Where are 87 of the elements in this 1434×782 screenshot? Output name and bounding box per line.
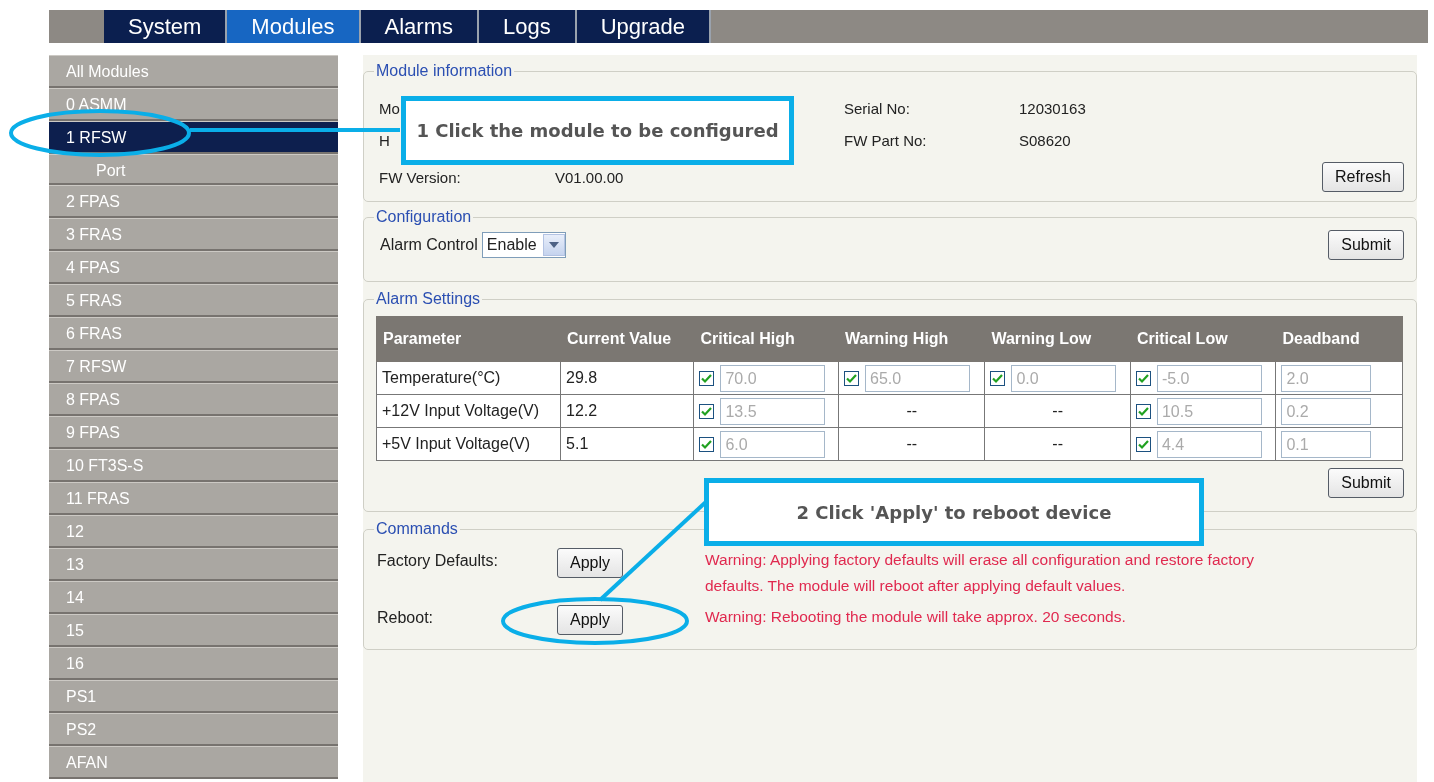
panel-title: Module information [375, 62, 514, 80]
nav-tab[interactable]: Modules [227, 10, 361, 43]
alarm-control-dropdown[interactable]: Enable [481, 232, 566, 258]
checkbox[interactable] [1135, 403, 1151, 419]
panel-title: Commands [375, 520, 459, 538]
module-list-item[interactable]: 0 ASMM [49, 88, 338, 121]
field-label: Mo [379, 99, 400, 117]
threshold-field[interactable]: 10.5 [1156, 397, 1262, 425]
submit-button[interactable]: Submit [1328, 230, 1404, 260]
table-cell: Temperature(°C) [376, 361, 561, 395]
threshold-field[interactable]: -5.0 [1156, 364, 1262, 392]
module-list-item[interactable]: 15 [49, 614, 338, 647]
module-list-item[interactable]: 14 [49, 581, 338, 614]
field-label: Alarm Control [380, 236, 478, 253]
threshold-field[interactable]: 4.4 [1156, 430, 1262, 458]
field-label: Serial No: [844, 99, 910, 117]
module-list-item[interactable]: 12 [49, 515, 338, 548]
column-header: Deadband [1275, 316, 1403, 362]
field-value: 12030163 [1019, 99, 1086, 117]
deadband-field[interactable]: 2.0 [1281, 364, 1372, 392]
field-value: S08620 [1019, 131, 1071, 149]
deadband-field[interactable]: 0.2 [1281, 397, 1372, 425]
submit-button[interactable]: Submit [1328, 468, 1404, 498]
refresh-button[interactable]: Refresh [1321, 162, 1404, 192]
checkbox[interactable] [699, 436, 715, 452]
column-header: Warning High [838, 316, 985, 362]
checkbox[interactable] [1135, 436, 1151, 452]
module-list-item[interactable]: 11 FRAS [49, 482, 338, 515]
column-header: Warning Low [984, 316, 1131, 362]
column-header: Parameter [376, 316, 561, 362]
field-label: H [379, 131, 390, 149]
nav-tab[interactable]: Logs [478, 10, 577, 43]
nav-tab[interactable]: Alarms [360, 10, 479, 43]
checkbox[interactable] [1135, 370, 1151, 386]
command-label: Reboot: [377, 608, 435, 627]
module-list-item[interactable]: Port [49, 154, 338, 185]
checkbox[interactable] [699, 403, 715, 419]
callout-box: 1 Click the module to be configured [401, 96, 794, 165]
threshold-field[interactable]: 13.5 [720, 397, 826, 425]
module-list-item[interactable]: AFAN [49, 746, 338, 779]
threshold-field[interactable]: 65.0 [865, 364, 970, 392]
deadband-field[interactable]: 0.1 [1281, 430, 1372, 458]
module-list-item[interactable]: 6 FRAS [49, 317, 338, 350]
panel-title: Configuration [375, 208, 473, 226]
table-cell: 29.8 [560, 361, 694, 395]
empty-value: -- [1052, 402, 1063, 419]
apply-button[interactable]: Apply [557, 548, 624, 578]
module-list-item[interactable]: 3 FRAS [49, 218, 338, 251]
module-list-item[interactable]: PS2 [49, 713, 338, 746]
checkbox[interactable] [699, 370, 715, 386]
table-cell: 5.1 [560, 427, 694, 461]
warning-text: Warning: Applying factory defaults will erase all configuration and restore factory defaults. The module will reboot after applying default values. [705, 550, 1256, 596]
nav-tab[interactable]: System [104, 10, 228, 43]
module-list-item[interactable]: All Modules [49, 55, 338, 88]
apply-button[interactable]: Apply [557, 605, 624, 635]
module-list-item[interactable]: 8 FPAS [49, 383, 338, 416]
column-header: Critical High [693, 316, 839, 362]
module-list-item[interactable]: 7 RFSW [49, 350, 338, 383]
column-header: Critical Low [1130, 316, 1276, 362]
threshold-field[interactable]: 0.0 [1011, 364, 1117, 392]
callout-box: 2 Click 'Apply' to reboot device [704, 478, 1204, 546]
checkbox[interactable] [990, 370, 1006, 386]
empty-value: -- [906, 435, 918, 452]
empty-value: -- [906, 402, 918, 419]
empty-value: -- [1052, 435, 1063, 452]
column-header: Current Value [560, 316, 694, 362]
field-label: FW Version: [379, 168, 461, 186]
checkbox[interactable] [844, 370, 859, 386]
module-list-item[interactable]: 2 FPAS [49, 185, 338, 218]
threshold-field[interactable]: 70.0 [720, 364, 826, 392]
table-cell: 12.2 [560, 394, 694, 428]
module-list-item[interactable]: PS1 [49, 680, 338, 713]
panel-title: Alarm Settings [375, 290, 482, 308]
table-cell: +5V Input Voltage(V) [376, 427, 561, 461]
module-list-item[interactable]: 4 FPAS [49, 251, 338, 284]
threshold-field[interactable]: 6.0 [720, 430, 826, 458]
field-value: V01.00.00 [555, 168, 624, 186]
module-list-item[interactable]: 13 [49, 548, 338, 581]
module-list-item[interactable]: 9 FPAS [49, 416, 338, 449]
warning-text: Warning: Rebooting the module will take approx. 20 seconds. [705, 607, 1127, 627]
nav-tab[interactable]: Upgrade [576, 10, 712, 43]
command-label: Factory Defaults: [377, 551, 499, 570]
module-list-item[interactable]: 16 [49, 647, 338, 680]
field-label: FW Part No: [844, 131, 927, 149]
module-list-item[interactable]: 5 FRAS [49, 284, 338, 317]
module-list-item[interactable]: 10 FT3S-S [49, 449, 338, 482]
table-cell: +12V Input Voltage(V) [376, 394, 561, 428]
